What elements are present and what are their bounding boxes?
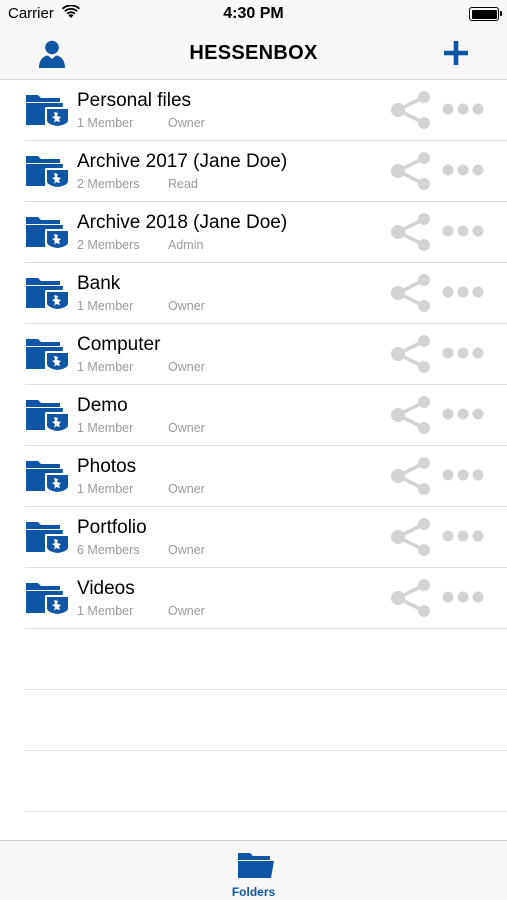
folder-row[interactable]: Demo 1 Member Owner — [25, 385, 507, 446]
shared-folder-icon — [26, 156, 70, 188]
folder-member-count: 6 Members — [77, 543, 140, 557]
shared-folder-icon — [26, 217, 70, 249]
shared-folder-icon — [26, 278, 70, 310]
status-time: 4:30 PM — [223, 5, 284, 22]
shared-folder-icon — [26, 95, 70, 127]
folder-role: Owner — [168, 482, 205, 496]
empty-list-row — [25, 629, 507, 690]
folder-role: Admin — [168, 238, 204, 252]
more-options-icon[interactable] — [441, 407, 485, 421]
more-options-icon[interactable] — [441, 224, 485, 238]
folder-name: Bank — [77, 273, 121, 294]
folder-name: Archive 2017 (Jane Doe) — [77, 151, 288, 172]
navigation-bar: HESSENBOX — [0, 28, 507, 80]
folder-member-count: 1 Member — [77, 421, 134, 435]
folder-name: Archive 2018 (Jane Doe) — [77, 212, 288, 233]
folder-name: Personal files — [77, 90, 192, 111]
share-icon[interactable] — [390, 90, 432, 130]
plus-icon — [444, 41, 468, 65]
folder-member-count: 1 Member — [77, 116, 134, 130]
more-options-icon[interactable] — [441, 529, 485, 543]
folder-row[interactable]: Bank 1 Member Owner — [25, 263, 507, 324]
folder-row[interactable]: Photos 1 Member Owner — [25, 446, 507, 507]
page-title: HESSENBOX — [189, 42, 318, 64]
folder-icon — [238, 853, 274, 878]
shared-folder-icon — [26, 400, 70, 432]
folder-member-count: 1 Member — [77, 299, 134, 313]
add-folder-button[interactable] — [441, 38, 471, 68]
folder-name: Videos — [77, 578, 135, 599]
folder-role: Owner — [168, 299, 205, 313]
folder-member-count: 2 Members — [77, 177, 140, 191]
share-icon[interactable] — [390, 395, 432, 435]
folder-row[interactable]: Personal files 1 Member Owner — [25, 80, 507, 141]
folder-role: Owner — [168, 604, 205, 618]
more-options-icon[interactable] — [441, 163, 485, 177]
tab-folders-label: Folders — [231, 885, 276, 899]
folder-member-count: 1 Member — [77, 604, 134, 618]
share-icon[interactable] — [390, 212, 432, 252]
share-icon[interactable] — [390, 456, 432, 496]
more-options-icon[interactable] — [441, 102, 485, 116]
share-icon[interactable] — [390, 578, 432, 618]
more-options-icon[interactable] — [441, 346, 485, 360]
empty-list-row — [25, 690, 507, 751]
shared-folder-icon — [26, 461, 70, 493]
folder-name: Demo — [77, 395, 128, 416]
folder-member-count: 1 Member — [77, 482, 134, 496]
tab-bar: Folders — [0, 840, 507, 900]
folder-name: Photos — [77, 456, 137, 477]
folder-row[interactable]: Archive 2017 (Jane Doe) 2 Members Read — [25, 141, 507, 202]
share-icon[interactable] — [390, 151, 432, 191]
folder-row[interactable]: Portfolio 6 Members Owner — [25, 507, 507, 568]
share-icon[interactable] — [390, 334, 432, 374]
empty-list-row — [25, 751, 507, 812]
folder-role: Owner — [168, 421, 205, 435]
more-options-icon[interactable] — [441, 285, 485, 299]
battery-icon — [469, 7, 502, 21]
status-bar: Carrier 4:30 PM — [0, 0, 507, 28]
folder-row[interactable]: Videos 1 Member Owner — [25, 568, 507, 629]
folder-role: Owner — [168, 543, 205, 557]
shared-folder-icon — [26, 522, 70, 554]
folder-list: Personal files 1 Member Owner Archive 2017 … — [0, 80, 507, 812]
tab-folders[interactable]: Folders — [0, 841, 507, 900]
share-icon[interactable] — [390, 273, 432, 313]
folder-row[interactable]: Computer 1 Member Owner — [25, 324, 507, 385]
folder-name: Computer — [77, 334, 161, 355]
folder-role: Owner — [168, 360, 205, 374]
shared-folder-icon — [26, 339, 70, 371]
folder-member-count: 2 Members — [77, 238, 140, 252]
more-options-icon[interactable] — [441, 468, 485, 482]
folder-member-count: 1 Member — [77, 360, 134, 374]
folder-row[interactable]: Archive 2018 (Jane Doe) 2 Members Admin — [25, 202, 507, 263]
folder-role: Owner — [168, 116, 205, 130]
shared-folder-icon — [26, 583, 70, 615]
folder-role: Read — [168, 177, 198, 191]
folder-name: Portfolio — [77, 517, 147, 538]
share-icon[interactable] — [390, 517, 432, 557]
more-options-icon[interactable] — [441, 590, 485, 604]
